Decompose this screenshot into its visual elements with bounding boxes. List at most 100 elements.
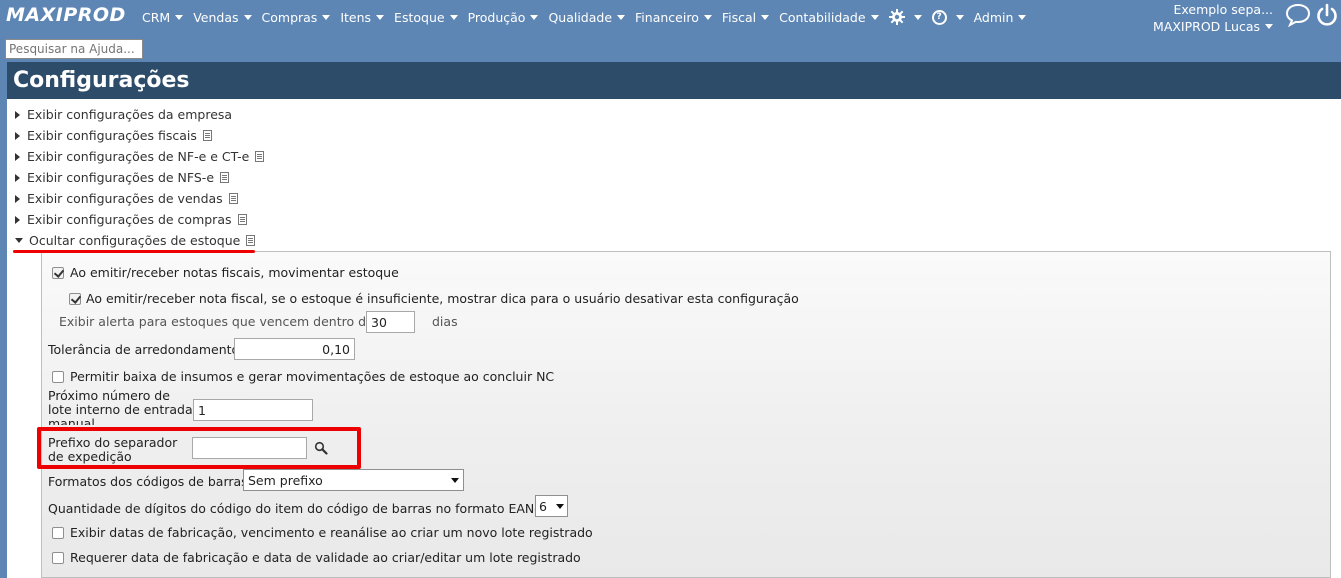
section-label: Exibir configurações da empresa — [27, 107, 233, 122]
company-name: Exemplo sepa... — [1173, 2, 1273, 17]
menu-label: Contabilidade — [779, 9, 866, 25]
menu-help[interactable]: ? — [931, 9, 964, 25]
show-dates-option[interactable]: Exibir datas de fabricação, vencimento e… — [52, 525, 593, 540]
document-icon[interactable] — [202, 130, 212, 141]
menu-admin[interactable]: Admin — [974, 9, 1027, 25]
rounding-input[interactable] — [234, 338, 355, 360]
show-dates-checkbox[interactable] — [52, 526, 64, 539]
menu-settings[interactable] — [888, 9, 922, 25]
expiry-alert-label: Exibir alerta para estoques que vencem d… — [59, 314, 374, 329]
select-value: Sem prefixo — [248, 472, 323, 488]
insufficient-tip-checkbox[interactable] — [69, 292, 81, 305]
section-label: Ocultar configurações de estoque — [29, 233, 241, 248]
label-line: Próximo número de — [48, 389, 170, 403]
menu-label: Produção — [467, 9, 526, 25]
select-value: 6 — [539, 498, 547, 514]
help-search-input[interactable] — [5, 39, 143, 59]
chevron-down-icon — [955, 14, 964, 20]
section-label: Exibir configurações de vendas — [27, 191, 223, 206]
menu-crm[interactable]: CRM — [142, 9, 184, 25]
document-icon[interactable] — [237, 214, 247, 225]
require-dates-checkbox[interactable] — [52, 551, 64, 564]
menu-label: Fiscal — [721, 9, 757, 25]
menu-estoque[interactable]: Estoque — [394, 9, 458, 25]
annotation-underline — [13, 250, 255, 253]
ean13-digits-select[interactable]: 6 — [535, 495, 568, 517]
section-nfse[interactable]: Exibir configurações de NFS-e — [15, 170, 230, 185]
chevron-down-icon — [530, 14, 539, 20]
next-lot-input[interactable] — [193, 399, 313, 421]
chevron-down-icon — [617, 14, 626, 20]
menu-compras[interactable]: Compras — [262, 9, 331, 25]
allow-consumption-option[interactable]: Permitir baixa de insumos e gerar movime… — [52, 369, 554, 384]
user-area[interactable]: Exemplo sepa... MAXIPROD Lucas — [1153, 1, 1273, 35]
chevron-down-icon — [175, 14, 184, 20]
move-stock-label: Ao emitir/receber notas fiscais, movimen… — [70, 265, 399, 280]
menu-label: Financeiro — [635, 9, 699, 25]
document-icon[interactable] — [220, 172, 230, 183]
move-stock-option[interactable]: Ao emitir/receber notas fiscais, movimen… — [52, 265, 399, 280]
next-lot-label: Próximo número de lote interno de entrad… — [48, 389, 193, 425]
page-title: Configurações — [7, 62, 1341, 99]
section-company[interactable]: Exibir configurações da empresa — [15, 107, 232, 122]
menu-vendas[interactable]: Vendas — [193, 9, 252, 25]
expiry-alert-unit: dias — [432, 314, 458, 329]
document-icon[interactable] — [246, 235, 256, 246]
menu-label: CRM — [142, 9, 171, 25]
menu-label: Itens — [340, 9, 372, 25]
expand-arrow-icon — [15, 110, 20, 119]
expand-arrow-icon — [15, 173, 20, 182]
menu-producao[interactable]: Produção — [468, 9, 539, 25]
menu-qualidade[interactable]: Qualidade — [548, 9, 626, 25]
gear-icon — [888, 9, 905, 25]
menu-fiscal[interactable]: Fiscal — [721, 9, 770, 25]
allow-consumption-checkbox[interactable] — [52, 370, 64, 383]
rounding-label: Tolerância de arredondamento — [48, 342, 240, 357]
help-icon: ? — [931, 9, 947, 25]
require-dates-option[interactable]: Requerer data de fabricação e data de va… — [52, 550, 581, 565]
insufficient-tip-label: Ao emitir/receber nota fiscal, se o esto… — [86, 291, 799, 306]
section-purchases[interactable]: Exibir configurações de compras — [15, 212, 247, 227]
allow-consumption-label: Permitir baixa de insumos e gerar movime… — [70, 369, 555, 384]
section-stock[interactable]: Ocultar configurações de estoque — [15, 233, 256, 248]
user-name: MAXIPROD Lucas — [1153, 19, 1260, 34]
chevron-down-icon — [376, 14, 385, 20]
menu-itens[interactable]: Itens — [340, 9, 385, 25]
section-sales[interactable]: Exibir configurações de vendas — [15, 191, 238, 206]
show-dates-label: Exibir datas de fabricação, vencimento e… — [70, 525, 593, 540]
menu-label: Admin — [973, 9, 1014, 25]
document-icon[interactable] — [228, 193, 238, 204]
chevron-down-icon — [913, 14, 922, 20]
label-line: lote interno de entrada — [48, 402, 193, 417]
help-search-bar — [0, 38, 1341, 61]
barcode-formats-select[interactable]: Sem prefixo — [243, 469, 464, 491]
top-navbar: MAXIPROD CRM Vendas Compras Itens Estoqu… — [0, 0, 1341, 38]
power-icon[interactable] — [1315, 3, 1339, 27]
menu-label: Qualidade — [548, 9, 613, 25]
chevron-down-icon — [1265, 24, 1273, 29]
document-icon[interactable] — [255, 151, 265, 162]
barcode-formats-label: Formatos dos códigos de barras — [48, 474, 248, 489]
section-nfe-cte[interactable]: Exibir configurações de NF-e e CT-e — [15, 149, 265, 164]
insufficient-tip-option[interactable]: Ao emitir/receber nota fiscal, se o esto… — [69, 291, 799, 306]
require-dates-label: Requerer data de fabricação e data de va… — [70, 550, 581, 565]
chevron-down-icon — [243, 14, 252, 20]
menu-financeiro[interactable]: Financeiro — [635, 9, 712, 25]
expand-arrow-icon — [15, 131, 20, 140]
move-stock-checkbox[interactable] — [52, 266, 64, 279]
expand-arrow-icon — [15, 152, 20, 161]
app-logo[interactable]: MAXIPROD — [6, 4, 126, 26]
dropdown-arrow-icon — [556, 503, 564, 509]
chevron-down-icon — [322, 14, 331, 20]
expiry-alert-days-input[interactable] — [366, 311, 415, 333]
chevron-down-icon — [703, 14, 712, 20]
section-fiscal[interactable]: Exibir configurações fiscais — [15, 128, 212, 143]
chevron-down-icon — [870, 14, 879, 20]
menu-label: Compras — [261, 9, 318, 25]
menu-contabilidade[interactable]: Contabilidade — [779, 9, 879, 25]
expand-arrow-icon — [15, 215, 20, 224]
section-label: Exibir configurações de NF-e e CT-e — [27, 149, 250, 164]
ean13-digits-label: Quantidade de dígitos do código do item … — [48, 501, 555, 516]
chevron-down-icon — [761, 14, 770, 20]
chat-icon[interactable] — [1285, 3, 1311, 27]
